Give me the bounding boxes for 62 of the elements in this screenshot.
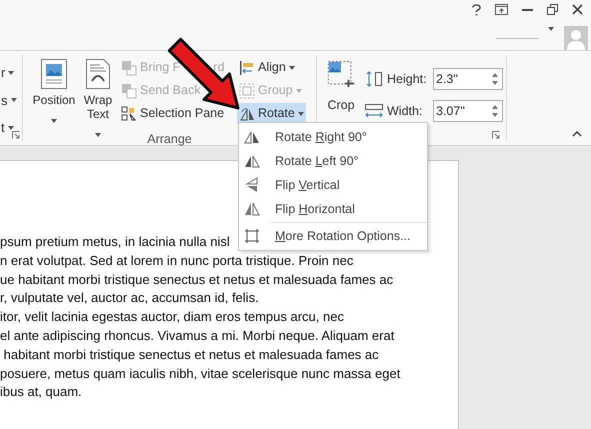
- dialog-launcher-icon[interactable]: [12, 131, 20, 139]
- field-label: Width:: [387, 102, 424, 120]
- group-label: Arrange: [147, 131, 192, 148]
- group-icon: [239, 82, 255, 98]
- ribbon-button[interactable]: Align: [237, 57, 297, 78]
- height-icon: [365, 71, 383, 87]
- selection-pane-icon: [121, 106, 137, 122]
- cut-button-label[interactable]: s: [0, 90, 8, 110]
- help-icon[interactable]: [472, 4, 481, 16]
- minimize-icon[interactable]: [522, 8, 533, 10]
- layers-icon: [121, 82, 137, 98]
- caret-icon: [51, 118, 57, 123]
- document-text-line: habitant morbi tristique senectus et netus et malesuada fames ac: [2, 346, 379, 364]
- crop-icon: [327, 61, 355, 88]
- spinner-arrows-icon[interactable]: [492, 104, 498, 118]
- cut-button-label[interactable]: t: [0, 118, 5, 138]
- caret-icon: [8, 126, 14, 130]
- align-icon: [239, 60, 255, 76]
- frame-icon: [244, 228, 260, 244]
- flip-horizontal-icon: [244, 201, 260, 217]
- rotate-icon: [239, 106, 255, 122]
- caret-icon: [298, 112, 304, 116]
- wrap-text-icon: [86, 59, 110, 89]
- spinner-arrows-icon[interactable]: [492, 72, 498, 86]
- spin-field[interactable]: 2.3": [433, 68, 503, 90]
- rotate-left-icon: [244, 153, 260, 169]
- document-text-line: psum pretium metus, in lacinia nulla nisl: [0, 233, 230, 251]
- menu-item[interactable]: Flip Horizontal: [239, 197, 427, 221]
- caret-icon: [548, 26, 554, 31]
- cut-button-label[interactable]: r: [0, 63, 6, 82]
- menu-item[interactable]: Rotate Left 90°: [239, 149, 427, 173]
- caret-icon: [10, 98, 16, 102]
- caret-icon: [296, 88, 302, 92]
- caret-icon: [95, 132, 101, 137]
- dialog-launcher-icon[interactable]: [492, 131, 500, 139]
- width-icon: [365, 103, 383, 119]
- position-icon: [41, 59, 67, 89]
- document-text-line: posuere, metus quam iaculis nibh, vitae scelerisque nunc massa eget: [0, 364, 400, 383]
- rotate-right-icon: [244, 129, 260, 145]
- restore-icon[interactable]: [547, 4, 558, 15]
- field-label: Height:: [387, 70, 428, 88]
- document-text-line: itor, velit lacinia egestas auctor, diam eros tempus arcu, nec: [0, 308, 344, 326]
- menu-item[interactable]: More Rotation Options...: [239, 224, 427, 248]
- caret-icon: [288, 66, 295, 70]
- collapse-ribbon-icon[interactable]: [572, 131, 582, 137]
- document-text-line: ue habitant morbi tristique senectus et netus et malesuada fames ac: [0, 270, 394, 289]
- ribbon-large-button[interactable]: Wrap Text: [79, 55, 117, 127]
- menu-item[interactable]: Flip Vertical: [239, 173, 427, 197]
- menu-item[interactable]: Rotate Right 90°: [239, 125, 427, 149]
- document-text-line: ibus at, quam.: [0, 383, 82, 402]
- caret-icon: [8, 70, 14, 75]
- account-name-line: [496, 38, 538, 39]
- ribbon-large-button[interactable]: Position: [29, 55, 79, 127]
- document-text-line: el ante adipiscing rhoncus. Vivamus a mi. Morbi neque. Aliquam erat: [0, 326, 394, 345]
- flip-vertical-icon: [244, 177, 260, 193]
- document-text-line: n erat volutpat. Sed at lorem in nunc porta tristique. Proin nec: [0, 252, 354, 270]
- close-icon[interactable]: [572, 4, 583, 15]
- spin-field[interactable]: 3.07": [433, 100, 503, 122]
- ribbon-button[interactable]: Selection Pane: [119, 103, 226, 124]
- document-text-line: r, vulputate vel, auctor ac, accumsan id, felis.: [0, 289, 259, 308]
- layers-icon: [121, 60, 137, 76]
- ribbon-display-icon[interactable]: [495, 4, 508, 15]
